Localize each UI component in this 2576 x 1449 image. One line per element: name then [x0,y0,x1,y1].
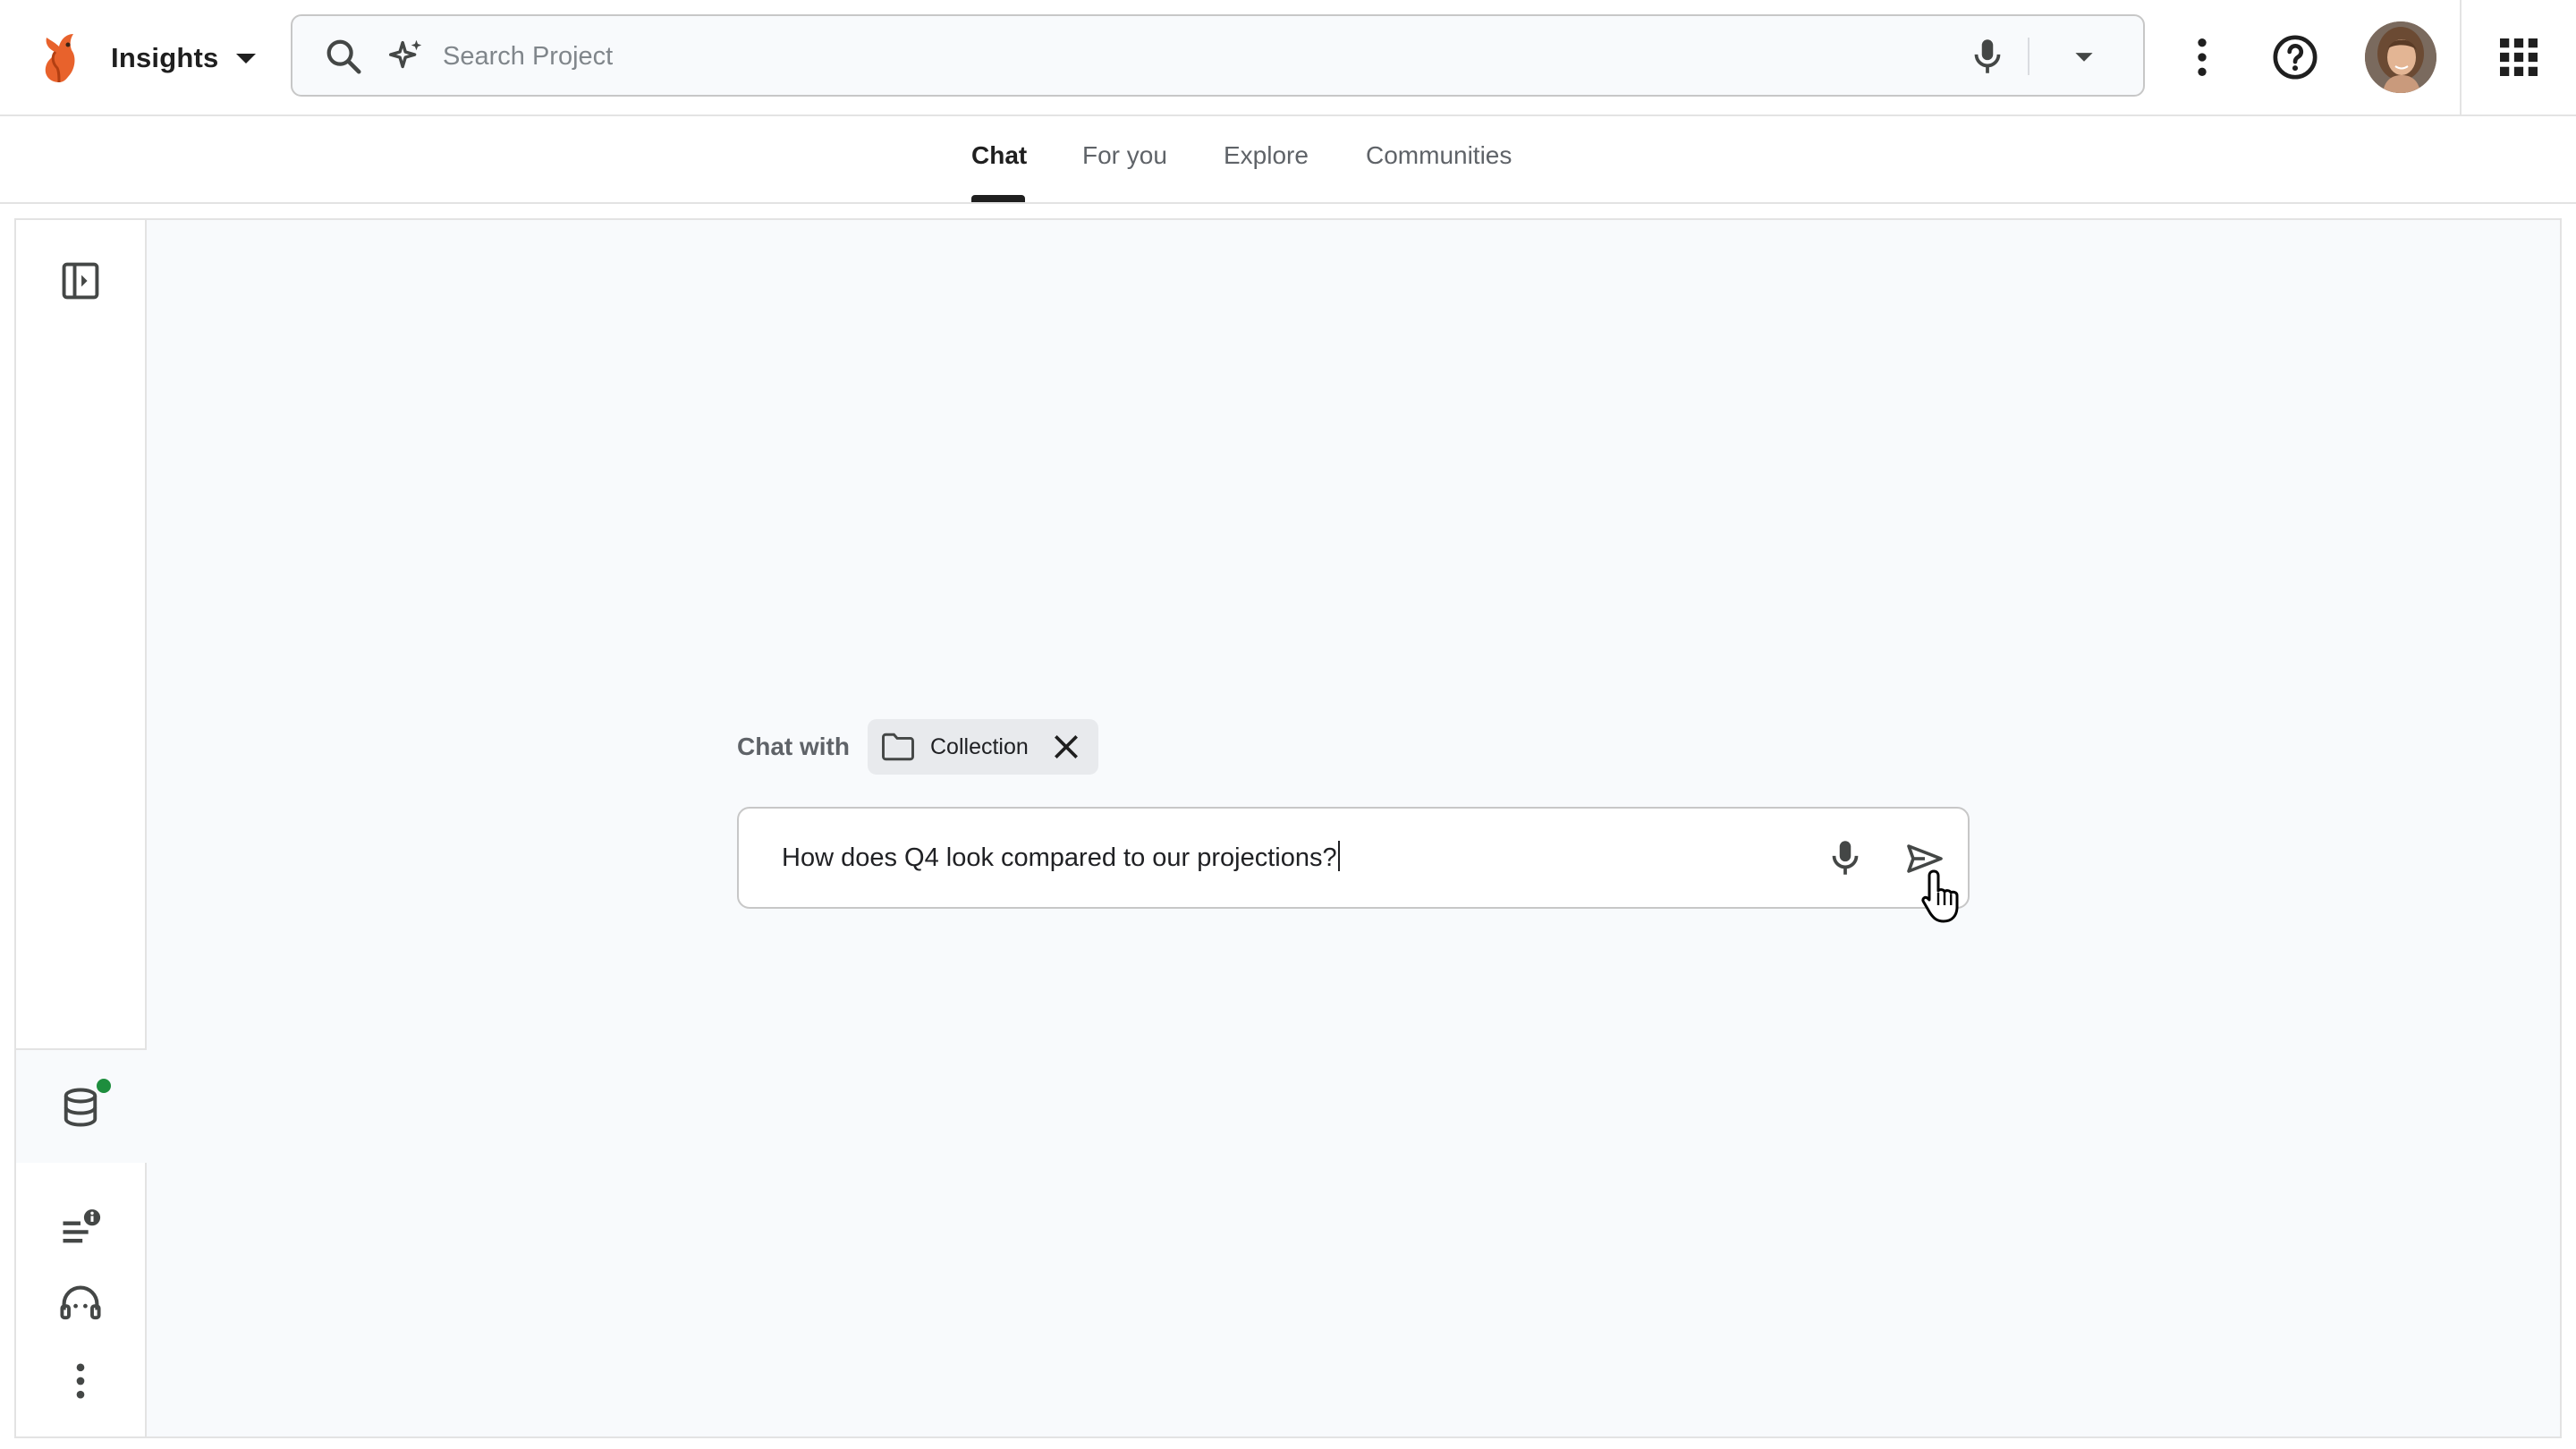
headset-icon[interactable] [57,1281,104,1327]
notes-info-icon[interactable] [57,1204,104,1250]
avatar[interactable] [2365,21,2436,93]
send-icon[interactable] [1903,837,1946,880]
chat-input-text: How does Q4 look compared to our project… [782,843,1337,872]
sidebar-expand-icon[interactable] [57,258,104,304]
squirrel-logo-icon [45,34,75,83]
sparkle-icon[interactable] [386,36,427,77]
search-bar[interactable] [291,14,2145,97]
apps-grid-icon[interactable] [2494,32,2544,82]
status-indicator [97,1079,111,1093]
active-tab-indicator [971,195,1025,202]
chat-input-box[interactable]: How does Q4 look compared to our project… [737,807,1970,909]
search-divider [2028,38,2029,75]
chat-context: Chat with Collection [737,719,1098,775]
more-vertical-icon[interactable] [57,1358,104,1404]
tab-chat[interactable]: Chat [971,141,1027,170]
chat-input[interactable]: How does Q4 look compared to our project… [782,841,1340,873]
app-switcher[interactable]: Insights [32,27,257,89]
top-app-bar: Insights [0,0,2576,116]
search-icon [326,39,361,74]
tab-for-you[interactable]: For you [1082,141,1167,170]
chip-label: Collection [930,733,1029,759]
folder-icon [882,733,914,761]
text-caret [1337,841,1340,871]
tab-explore[interactable]: Explore [1224,141,1309,170]
side-rail [16,220,147,1436]
collection-chip[interactable]: Collection [868,719,1098,775]
chevron-down-icon [236,53,257,64]
apps-divider [2460,0,2462,116]
close-icon[interactable] [1048,729,1084,765]
help-circle-icon[interactable] [2270,32,2320,82]
search-input[interactable] [443,34,1784,79]
user-photo [2365,21,2436,93]
database-icon[interactable] [57,1084,104,1131]
tab-communities[interactable]: Communities [1366,141,1512,170]
microphone-icon[interactable] [1823,835,1868,880]
microphone-icon[interactable] [1965,34,2010,79]
tab-bar: Chat For you Explore Communities [0,116,2576,204]
more-vertical-icon[interactable] [2177,32,2227,82]
app-title: Insights [111,42,219,73]
dropdown-arrow-icon[interactable] [2063,36,2105,77]
chat-with-label: Chat with [737,733,850,760]
